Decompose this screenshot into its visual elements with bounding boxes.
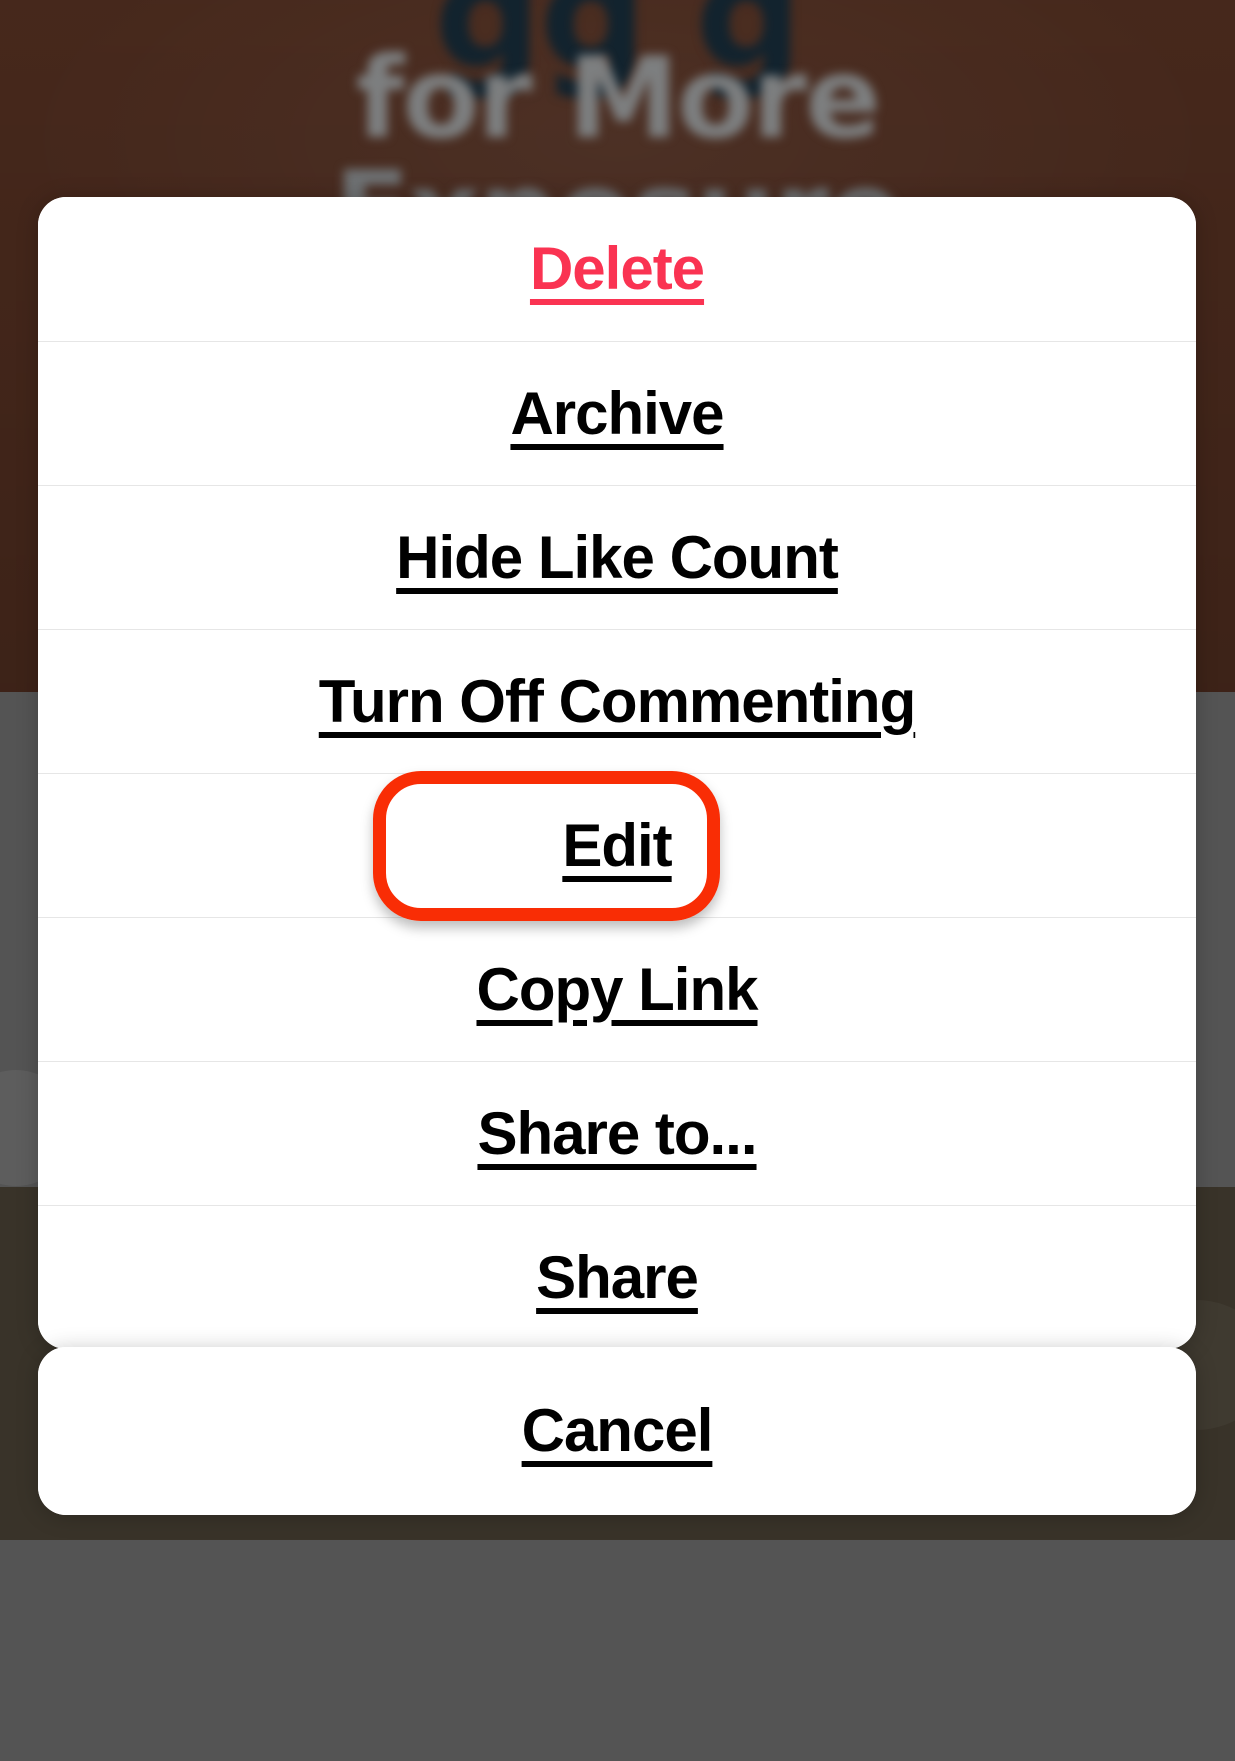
action-sheet-item-edit[interactable]: Edit — [38, 773, 1196, 917]
action-sheet-item-label: Delete — [529, 235, 705, 302]
action-sheet-item-label: Turn Off Commenting — [318, 667, 916, 735]
action-sheet-item-label: Edit — [562, 811, 672, 879]
poster-headline-line-2: for More — [355, 34, 882, 164]
action-sheet-item-label: Share — [536, 1243, 699, 1311]
action-sheet-item-label: Archive — [510, 379, 724, 447]
action-sheet-item-share-to[interactable]: Share to... — [38, 1061, 1196, 1205]
background-band-gray-lower — [0, 1540, 1235, 1761]
action-sheet-item-label: Share to... — [477, 1099, 757, 1167]
cancel-button[interactable]: Cancel — [38, 1347, 1196, 1515]
action-sheet-item-label: Hide Like Count — [396, 523, 839, 591]
cancel-button-label: Cancel — [521, 1397, 714, 1464]
action-sheet-item-label: Copy Link — [476, 955, 758, 1023]
action-sheet-item-share[interactable]: Share — [38, 1205, 1196, 1349]
action-sheet-item-delete[interactable]: Delete — [38, 197, 1196, 341]
action-sheet-item-turn-off-commenting[interactable]: Turn Off Commenting — [38, 629, 1196, 773]
action-sheet-item-hide-like-count[interactable]: Hide Like Count — [38, 485, 1196, 629]
action-sheet-item-archive[interactable]: Archive — [38, 341, 1196, 485]
action-sheet: Delete Archive Hide Like Count Turn Off … — [38, 197, 1196, 1349]
screen: gg g for More Exposure Delete Archive Hi… — [0, 0, 1235, 1761]
cancel-sheet: Cancel — [38, 1347, 1196, 1515]
action-sheet-item-copy-link[interactable]: Copy Link — [38, 917, 1196, 1061]
